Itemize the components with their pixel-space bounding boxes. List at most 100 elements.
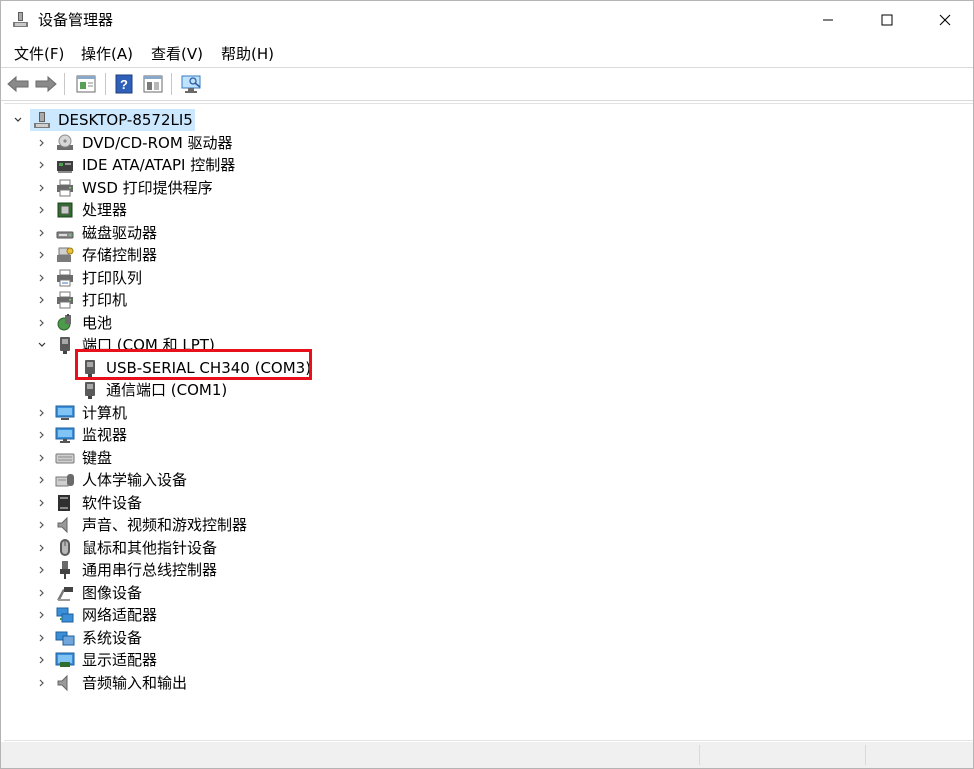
- category-expander[interactable]: [35, 293, 49, 307]
- system-device-icon: [55, 631, 75, 646]
- chevron-right-icon: [39, 656, 44, 664]
- tree-category-label[interactable]: 图像设备: [82, 582, 142, 604]
- tree-root-label[interactable]: DESKTOP-8572LI5: [58, 109, 193, 131]
- tree-category-label[interactable]: 键盘: [82, 447, 112, 469]
- show-hide-button[interactable]: [140, 71, 166, 97]
- title-bar: 设备管理器: [1, 1, 973, 39]
- toolbar: ?: [1, 68, 973, 100]
- chevron-right-icon: [39, 544, 44, 552]
- scan-hardware-button[interactable]: [179, 71, 205, 97]
- chevron-right-icon: [39, 566, 44, 574]
- category-expander[interactable]: [35, 631, 49, 645]
- tree-category-label[interactable]: WSD 打印提供程序: [82, 177, 213, 199]
- tree-device-label[interactable]: 通信端口 (COM1): [106, 379, 227, 401]
- category-expander[interactable]: [35, 271, 49, 285]
- chevron-right-icon: [39, 161, 44, 169]
- category-expander[interactable]: [35, 518, 49, 532]
- menu-help[interactable]: 帮助(H): [219, 44, 276, 64]
- tree-category-label[interactable]: 打印机: [82, 289, 127, 311]
- speaker-icon: [57, 516, 68, 534]
- category-expander[interactable]: [35, 406, 49, 420]
- category-expander[interactable]: [35, 676, 49, 690]
- tree-category-label[interactable]: 电池: [82, 312, 112, 334]
- mouse-icon: [60, 539, 70, 556]
- category-expander[interactable]: [35, 181, 49, 195]
- usb-icon: [60, 561, 70, 579]
- tree-category-label[interactable]: 软件设备: [82, 492, 142, 514]
- maximize-button[interactable]: [858, 1, 916, 39]
- chevron-right-icon: [39, 499, 44, 507]
- back-arrow-icon: [7, 76, 29, 92]
- category-expander[interactable]: [35, 158, 49, 172]
- battery-icon: [57, 314, 71, 331]
- processor-icon: [57, 202, 73, 218]
- tree-category-label[interactable]: DVD/CD-ROM 驱动器: [82, 132, 233, 154]
- category-expander[interactable]: [35, 226, 49, 240]
- tree-category-label[interactable]: 系统设备: [82, 627, 142, 649]
- properties-icon: [76, 75, 96, 93]
- category-expander[interactable]: [35, 338, 49, 352]
- tree-category-label[interactable]: 声音、视频和游戏控制器: [82, 514, 247, 536]
- hid-icon: [55, 474, 74, 487]
- chevron-right-icon: [39, 589, 44, 597]
- chevron-right-icon: [39, 454, 44, 462]
- speaker-icon: [57, 674, 68, 692]
- category-expander[interactable]: [35, 608, 49, 622]
- tree-category-label[interactable]: 计算机: [82, 402, 127, 424]
- status-separator: [699, 745, 700, 765]
- tree-category-label[interactable]: 处理器: [82, 199, 127, 221]
- chevron-right-icon: [39, 206, 44, 214]
- tree-category-label[interactable]: 通用串行总线控制器: [82, 559, 217, 581]
- tree-category-label[interactable]: 磁盘驱动器: [82, 222, 157, 244]
- tree-category-label[interactable]: 人体学输入设备: [82, 469, 187, 491]
- properties-button[interactable]: [73, 71, 99, 97]
- menu-action[interactable]: 操作(A): [79, 44, 135, 64]
- help-button[interactable]: ?: [111, 71, 137, 97]
- category-expander[interactable]: [35, 248, 49, 262]
- category-expander[interactable]: [35, 316, 49, 330]
- tree-category-label[interactable]: 鼠标和其他指针设备: [82, 537, 217, 559]
- category-expander[interactable]: [35, 473, 49, 487]
- software-device-icon: [58, 495, 70, 511]
- tree-category-label[interactable]: IDE ATA/ATAPI 控制器: [82, 154, 235, 176]
- tree-category-label[interactable]: 监视器: [82, 424, 127, 446]
- menu-view[interactable]: 查看(V): [149, 44, 205, 64]
- minimize-button[interactable]: [799, 1, 857, 39]
- category-expander[interactable]: [35, 428, 49, 442]
- ide-controller-icon: [57, 161, 73, 173]
- tree-category-label[interactable]: 显示适配器: [82, 649, 157, 671]
- menu-file[interactable]: 文件(F): [12, 44, 66, 64]
- chevron-right-icon: [39, 139, 44, 147]
- toolbar-separator: [64, 73, 65, 95]
- category-expander[interactable]: [35, 203, 49, 217]
- chevron-right-icon: [39, 296, 44, 304]
- category-expander[interactable]: [35, 653, 49, 667]
- monitor-icon: [55, 427, 75, 443]
- minimize-icon: [823, 19, 833, 21]
- port-icon: [85, 382, 95, 399]
- tree-category-label[interactable]: 网络适配器: [82, 604, 157, 626]
- category-expander[interactable]: [35, 451, 49, 465]
- print-queue-icon: [57, 269, 73, 287]
- forward-button[interactable]: [33, 71, 59, 97]
- tree-category-label[interactable]: 打印队列: [82, 267, 142, 289]
- back-button[interactable]: [5, 71, 31, 97]
- category-expander[interactable]: [35, 541, 49, 555]
- status-separator: [865, 745, 866, 765]
- root-expander[interactable]: [11, 113, 25, 127]
- close-button[interactable]: [916, 1, 974, 39]
- category-expander[interactable]: [35, 586, 49, 600]
- display-adapter-icon: [55, 652, 75, 667]
- category-expander[interactable]: [35, 136, 49, 150]
- highlight-annotation: [75, 349, 312, 380]
- tree-category-label[interactable]: 音频输入和输出: [82, 672, 187, 694]
- chevron-down-icon: [38, 342, 46, 347]
- menu-bar: 文件(F) 操作(A) 查看(V) 帮助(H): [1, 41, 973, 67]
- category-expander[interactable]: [35, 496, 49, 510]
- category-expander[interactable]: [35, 563, 49, 577]
- computer-icon: [55, 405, 75, 420]
- tree-category-label[interactable]: 存储控制器: [82, 244, 157, 266]
- chevron-right-icon: [39, 184, 44, 192]
- port-icon: [60, 337, 70, 354]
- disk-drive-icon: [56, 231, 74, 239]
